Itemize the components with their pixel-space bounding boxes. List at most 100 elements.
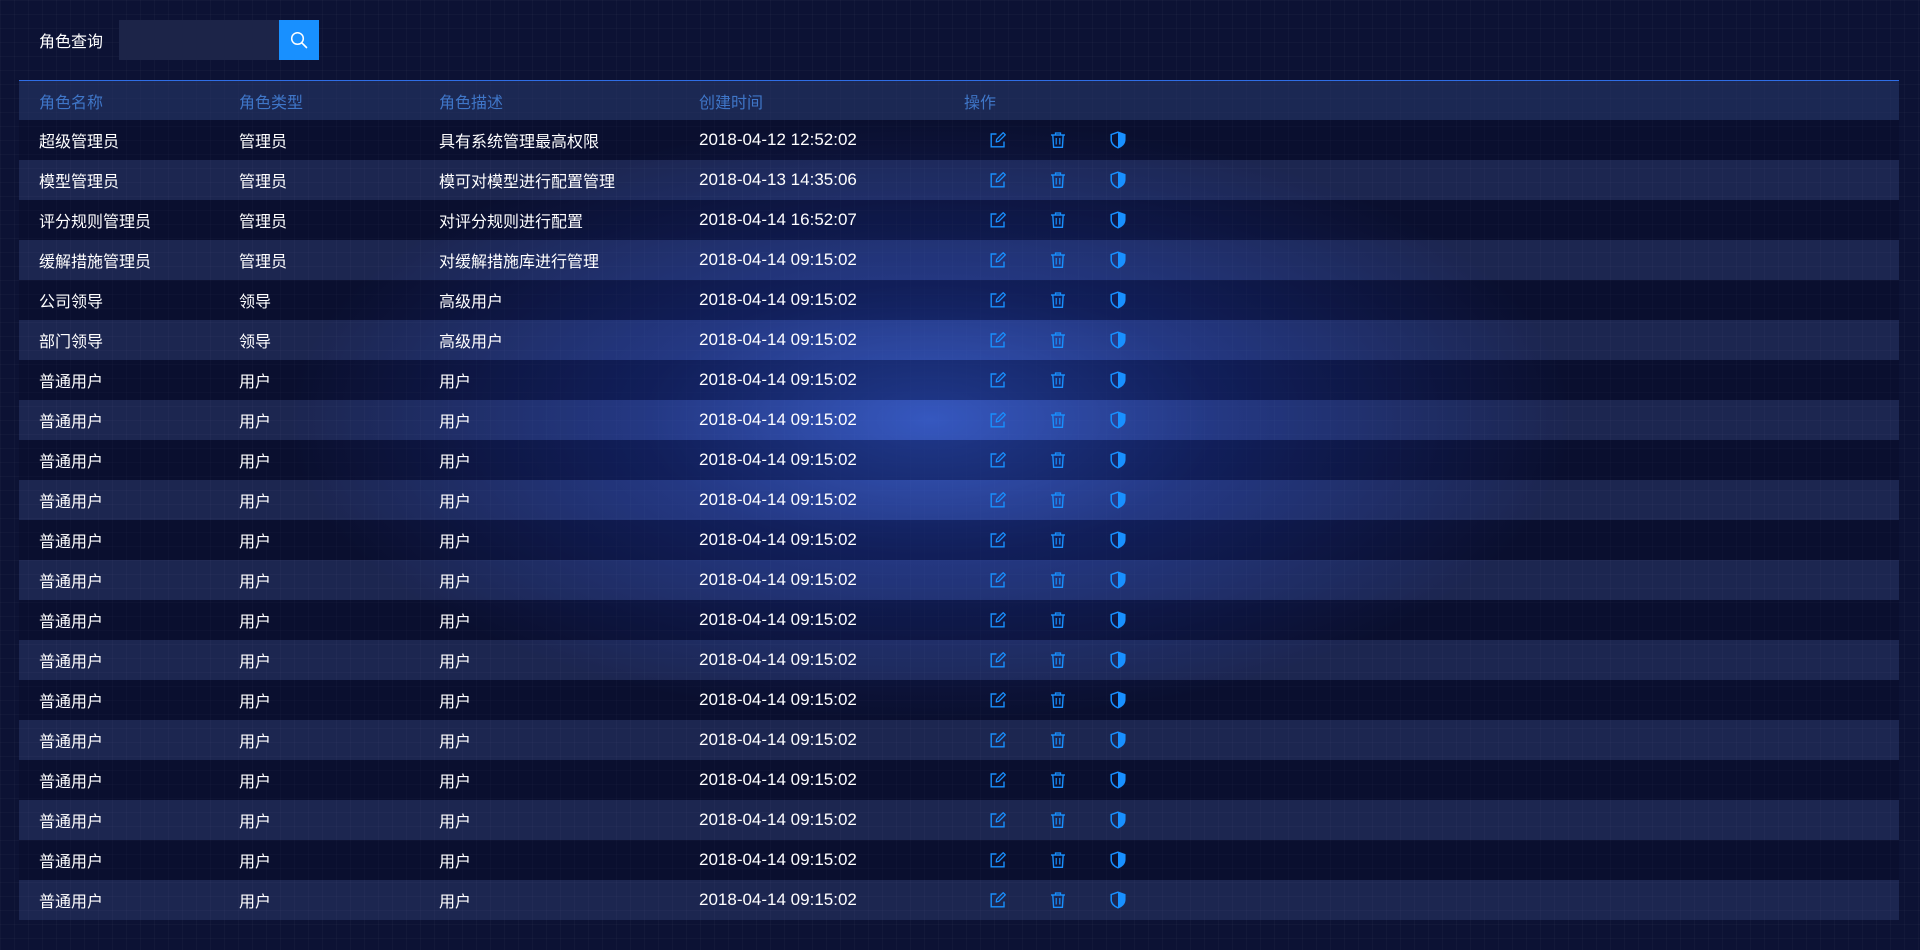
delete-button[interactable]: [1049, 600, 1109, 640]
permission-button[interactable]: [1109, 800, 1169, 840]
role-type-cell: 领导: [239, 292, 272, 311]
shield-icon: [1110, 531, 1126, 549]
row-actions: [989, 360, 1189, 400]
edit-button[interactable]: [989, 360, 1049, 400]
role-name-cell: 普通用户: [39, 612, 104, 631]
trash-icon: [1051, 892, 1065, 908]
search-label: 角色查询: [39, 32, 104, 51]
edit-button[interactable]: [989, 240, 1049, 280]
edit-button[interactable]: [989, 760, 1049, 800]
edit-button[interactable]: [989, 800, 1049, 840]
trash-icon: [1051, 492, 1065, 508]
delete-button[interactable]: [1049, 800, 1109, 840]
permission-button[interactable]: [1109, 560, 1169, 600]
permission-button[interactable]: [1109, 520, 1169, 560]
delete-button[interactable]: [1049, 720, 1109, 760]
delete-button[interactable]: [1049, 640, 1109, 680]
delete-button[interactable]: [1049, 560, 1109, 600]
role-description-cell: 具有系统管理最高权限: [439, 132, 600, 151]
row-actions: [989, 320, 1189, 360]
permission-button[interactable]: [1109, 240, 1169, 280]
delete-button[interactable]: [1049, 120, 1109, 160]
edit-button[interactable]: [989, 520, 1049, 560]
edit-icon: [990, 412, 1006, 428]
role-description-cell: 用户: [439, 572, 472, 591]
created-time-cell: 2018-04-13 14:35:06: [699, 170, 857, 189]
shield-icon: [1110, 771, 1126, 789]
edit-button[interactable]: [989, 400, 1049, 440]
delete-button[interactable]: [1049, 280, 1109, 320]
delete-button[interactable]: [1049, 880, 1109, 920]
role-type-cell: 用户: [239, 892, 272, 911]
role-type-cell: 用户: [239, 812, 272, 831]
permission-button[interactable]: [1109, 120, 1169, 160]
role-name-cell: 普通用户: [39, 452, 104, 471]
permission-button[interactable]: [1109, 480, 1169, 520]
delete-button[interactable]: [1049, 480, 1109, 520]
edit-button[interactable]: [989, 120, 1049, 160]
permission-button[interactable]: [1109, 440, 1169, 480]
search-input[interactable]: [119, 20, 279, 60]
edit-button[interactable]: [989, 880, 1049, 920]
search-button[interactable]: [279, 20, 319, 60]
permission-button[interactable]: [1109, 280, 1169, 320]
delete-button[interactable]: [1049, 760, 1109, 800]
edit-button[interactable]: [989, 440, 1049, 480]
edit-button[interactable]: [989, 720, 1049, 760]
edit-button[interactable]: [989, 840, 1049, 880]
row-actions: [989, 560, 1189, 600]
delete-button[interactable]: [1049, 200, 1109, 240]
column-header-role-name: 角色名称: [39, 92, 104, 112]
trash-icon: [1051, 332, 1065, 348]
permission-button[interactable]: [1109, 720, 1169, 760]
permission-button[interactable]: [1109, 840, 1169, 880]
edit-icon: [990, 772, 1006, 788]
role-description-cell: 用户: [439, 412, 472, 431]
shield-icon: [1110, 251, 1126, 269]
edit-icon: [990, 572, 1006, 588]
delete-button[interactable]: [1049, 520, 1109, 560]
delete-button[interactable]: [1049, 240, 1109, 280]
shield-icon: [1110, 211, 1126, 229]
delete-button[interactable]: [1049, 400, 1109, 440]
role-name-cell: 普通用户: [39, 692, 104, 711]
shield-icon: [1110, 331, 1126, 349]
permission-button[interactable]: [1109, 760, 1169, 800]
role-description-cell: 用户: [439, 532, 472, 551]
edit-button[interactable]: [989, 640, 1049, 680]
delete-button[interactable]: [1049, 680, 1109, 720]
delete-button[interactable]: [1049, 440, 1109, 480]
role-description-cell: 用户: [439, 692, 472, 711]
table-row: 普通用户 用户 用户 2018-04-14 09:15:02: [19, 720, 1899, 760]
role-name-cell: 普通用户: [39, 772, 104, 791]
delete-button[interactable]: [1049, 320, 1109, 360]
delete-button[interactable]: [1049, 360, 1109, 400]
created-time-cell: 2018-04-14 09:15:02: [699, 450, 857, 469]
delete-button[interactable]: [1049, 840, 1109, 880]
edit-button[interactable]: [989, 160, 1049, 200]
created-time-cell: 2018-04-14 09:15:02: [699, 370, 857, 389]
edit-button[interactable]: [989, 200, 1049, 240]
edit-button[interactable]: [989, 680, 1049, 720]
edit-button[interactable]: [989, 320, 1049, 360]
edit-icon: [990, 892, 1006, 908]
permission-button[interactable]: [1109, 640, 1169, 680]
permission-button[interactable]: [1109, 360, 1169, 400]
role-description-cell: 对缓解措施库进行管理: [439, 252, 600, 271]
edit-icon: [990, 132, 1006, 148]
permission-button[interactable]: [1109, 880, 1169, 920]
role-description-cell: 对评分规则进行配置: [439, 212, 584, 231]
permission-button[interactable]: [1109, 680, 1169, 720]
edit-button[interactable]: [989, 600, 1049, 640]
permission-button[interactable]: [1109, 160, 1169, 200]
permission-button[interactable]: [1109, 200, 1169, 240]
delete-button[interactable]: [1049, 160, 1109, 200]
edit-icon: [990, 292, 1006, 308]
permission-button[interactable]: [1109, 400, 1169, 440]
edit-button[interactable]: [989, 480, 1049, 520]
permission-button[interactable]: [1109, 600, 1169, 640]
edit-button[interactable]: [989, 280, 1049, 320]
table-row: 普通用户 用户 用户 2018-04-14 09:15:02: [19, 800, 1899, 840]
edit-button[interactable]: [989, 560, 1049, 600]
permission-button[interactable]: [1109, 320, 1169, 360]
